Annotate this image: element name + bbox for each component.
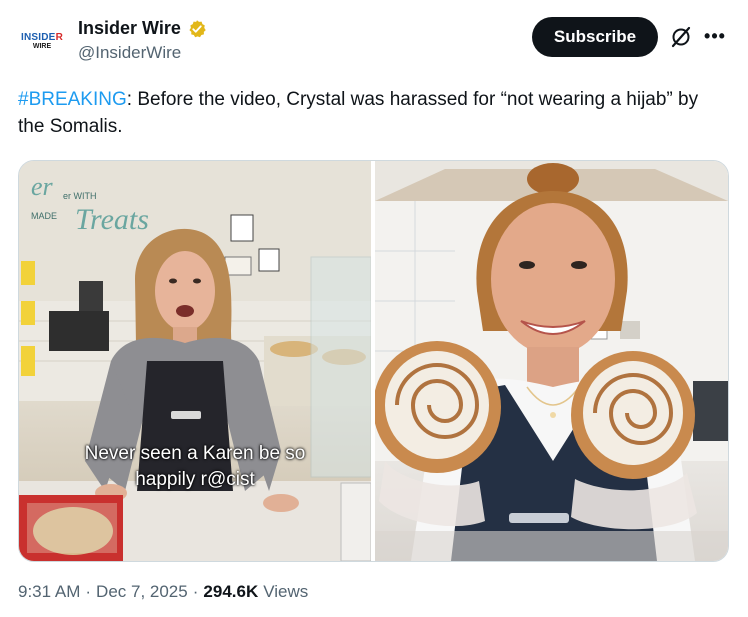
avatar[interactable]: INSIDER WIRE [18, 18, 66, 66]
more-icon[interactable]: ••• [703, 24, 727, 48]
display-name-row[interactable]: Insider Wire [78, 18, 207, 39]
subscribe-button[interactable]: Subscribe [532, 17, 658, 57]
store-sign-text-1: er WITH [63, 191, 97, 201]
store-sign-text-3: Treats [75, 203, 149, 236]
display-name[interactable]: Insider Wire [78, 18, 181, 39]
svg-text:er: er [31, 172, 54, 201]
grok-icon[interactable] [669, 25, 693, 49]
video-caption: Never seen a Karen be so happily r@cist [84, 443, 306, 490]
verified-badge-icon [189, 19, 206, 37]
avatar-logo-text: INSIDER [21, 32, 63, 43]
tweet-time[interactable]: 9:31 AM [18, 582, 80, 602]
bakery-scene-illustration: er er WITH MADE Treats [19, 161, 371, 561]
tweet-header: INSIDER WIRE Insider Wire @InsiderWire S… [18, 16, 730, 76]
views-label: Views [263, 582, 309, 601]
views-count: 294.6K [203, 582, 259, 601]
tweet-text: #BREAKING: Before the video, Crystal was… [18, 86, 728, 140]
handle[interactable]: @InsiderWire [78, 43, 207, 63]
author-info: Insider Wire @InsiderWire [78, 18, 207, 63]
tweet-date[interactable]: Dec 7, 2025 [96, 582, 188, 602]
separator-dot: · [85, 582, 92, 601]
tweet-meta: 9:31 AM · Dec 7, 2025 · 294.6K Views [18, 582, 308, 602]
hashtag-link[interactable]: #BREAKING [18, 89, 127, 110]
separator-dot: · [192, 582, 199, 601]
cinnamon-rolls-illustration [375, 161, 728, 561]
avatar-logo-subtext: WIRE [32, 43, 52, 50]
media-grid[interactable]: er er WITH MADE Treats Never seen a Kare… [18, 160, 729, 562]
media-image-left[interactable]: er er WITH MADE Treats Never seen a Kare… [19, 161, 371, 561]
media-image-right[interactable] [375, 161, 728, 561]
store-sign-text-2: MADE [31, 211, 57, 221]
